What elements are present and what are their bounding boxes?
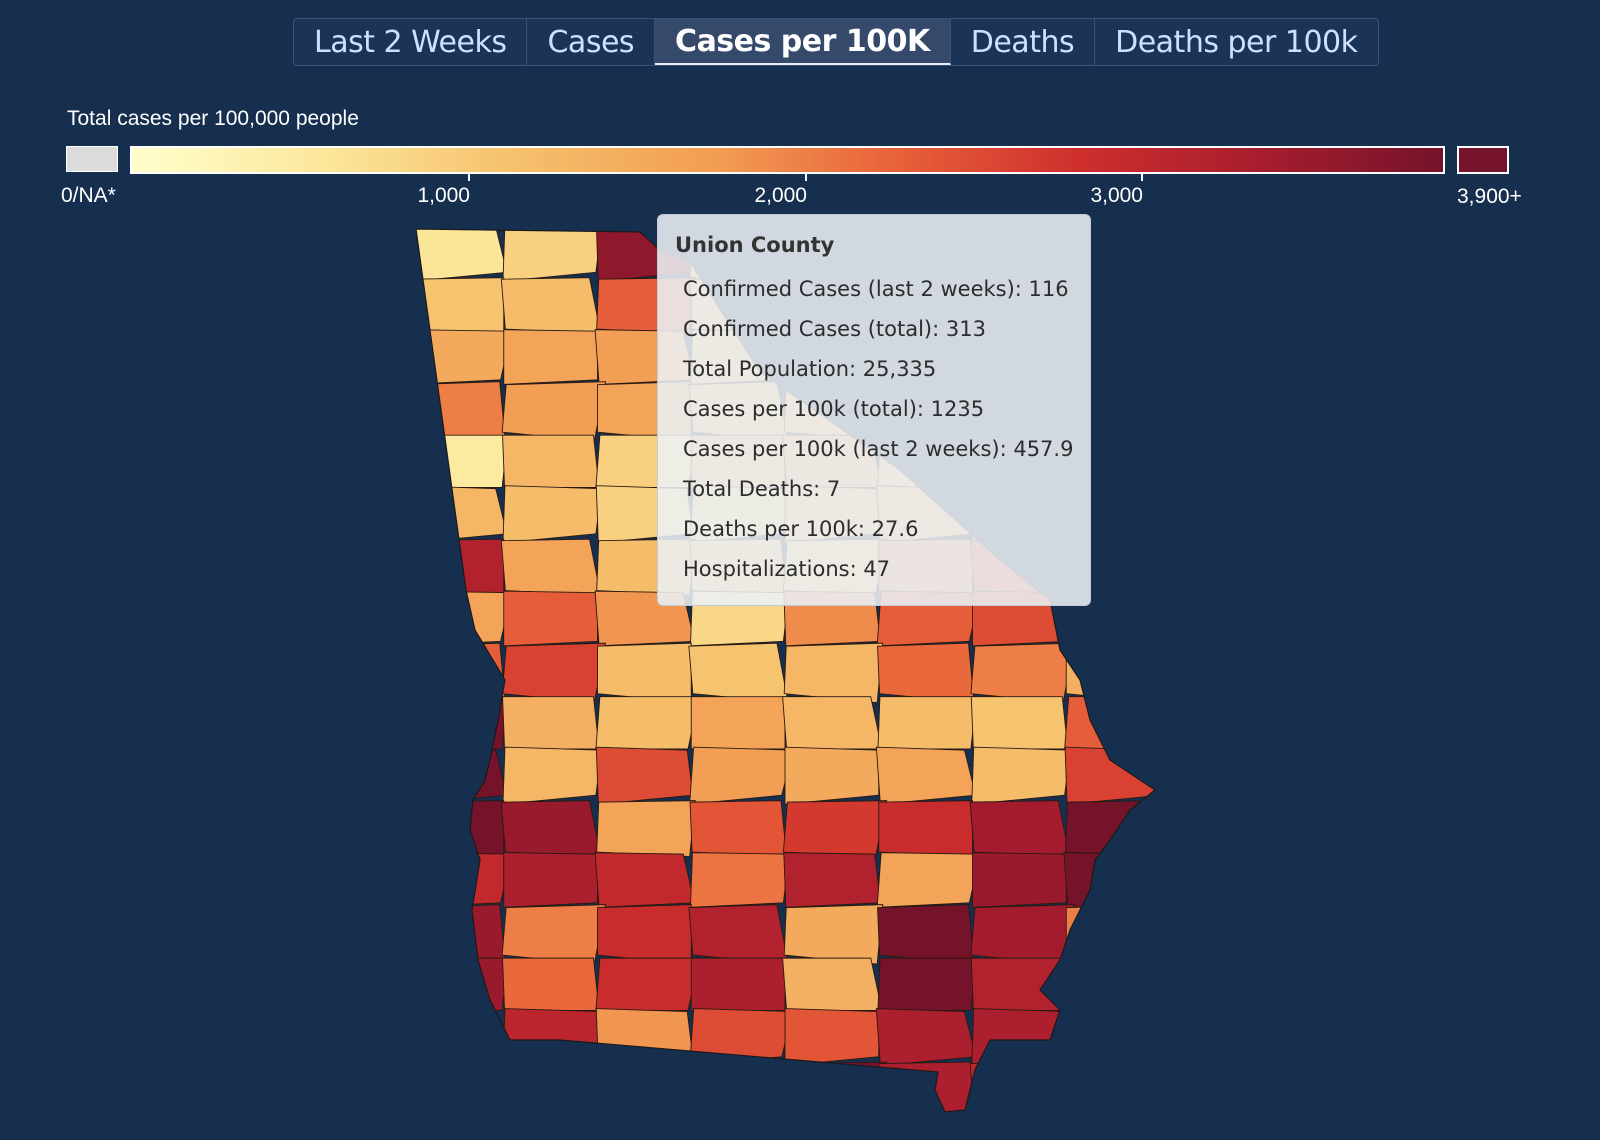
county-region[interactable] [1064, 1061, 1164, 1118]
county-region[interactable] [688, 642, 789, 704]
county-region[interactable] [409, 904, 506, 965]
county-region[interactable] [784, 746, 880, 805]
tooltip-row: Hospitalizations: 47 [683, 557, 891, 581]
county-region[interactable] [409, 642, 506, 704]
county-region[interactable] [409, 696, 509, 750]
county-region[interactable] [501, 642, 607, 704]
county-region[interactable] [1063, 852, 1163, 908]
county-region[interactable] [501, 904, 607, 965]
county-region[interactable] [877, 957, 978, 1011]
county-region[interactable] [689, 1008, 794, 1067]
county-region[interactable] [783, 904, 884, 965]
tooltip-row: Confirmed Cases (last 2 weeks): 116 [683, 277, 1069, 301]
tooltip-row: Confirmed Cases (total): 313 [683, 317, 986, 341]
county-region[interactable] [503, 329, 598, 385]
county-region[interactable] [877, 696, 978, 750]
county-tooltip: Union County Confirmed Cases (last 2 wee… [657, 214, 1091, 606]
county-region[interactable] [595, 1008, 694, 1067]
county-region[interactable] [971, 1008, 1071, 1067]
county-region[interactable] [689, 800, 788, 858]
county-region[interactable] [782, 1061, 888, 1118]
county-region[interactable] [596, 1061, 696, 1118]
county-region[interactable] [970, 696, 1069, 750]
county-region[interactable] [689, 1061, 788, 1118]
tooltip-row: Total Deaths: 7 [683, 477, 841, 501]
county-region[interactable] [410, 1061, 505, 1118]
county-region[interactable] [502, 746, 603, 805]
tooltip-row: Total Population: 25,335 [683, 357, 937, 381]
county-region[interactable] [409, 381, 506, 442]
county-region[interactable] [878, 800, 973, 858]
tooltip-row: Cases per 100k (last 2 weeks): 457.9 [683, 437, 1074, 461]
county-region[interactable] [875, 746, 977, 805]
county-region[interactable] [408, 329, 513, 385]
county-region[interactable] [1064, 696, 1168, 750]
county-region[interactable] [408, 1008, 508, 1067]
county-region[interactable] [1064, 800, 1164, 857]
county-region[interactable] [783, 852, 881, 908]
county-region[interactable] [971, 746, 1071, 805]
county-region[interactable] [877, 904, 975, 965]
county-region[interactable] [597, 904, 692, 965]
county-region[interactable] [595, 746, 694, 805]
county-region[interactable] [688, 904, 789, 965]
county-region[interactable] [501, 381, 607, 442]
county-region[interactable] [689, 852, 790, 908]
county-region[interactable] [409, 957, 509, 1011]
county-region[interactable] [596, 800, 696, 857]
tooltip-title: Union County [675, 233, 835, 257]
county-region[interactable] [408, 590, 513, 647]
county-region[interactable] [408, 746, 508, 805]
county-region[interactable] [503, 852, 598, 908]
county-region[interactable] [690, 957, 786, 1011]
county-region[interactable] [500, 538, 602, 596]
county-region[interactable] [1065, 642, 1160, 704]
county-region[interactable] [502, 485, 603, 544]
county-region[interactable] [1064, 957, 1168, 1011]
county-region[interactable] [410, 538, 505, 596]
county-region[interactable] [500, 800, 602, 858]
tooltip-row: Deaths per 100k: 27.6 [683, 517, 919, 541]
county-region[interactable] [782, 957, 883, 1011]
county-region[interactable] [876, 852, 982, 908]
county-region[interactable] [409, 434, 509, 488]
county-region[interactable] [408, 485, 508, 544]
county-region[interactable] [784, 1008, 880, 1067]
county-region[interactable] [594, 852, 696, 908]
county-region[interactable] [969, 1061, 1071, 1118]
county-region[interactable] [502, 434, 600, 488]
county-region[interactable] [782, 800, 888, 857]
county-region[interactable] [502, 224, 603, 282]
county-region[interactable] [877, 642, 975, 704]
county-region[interactable] [875, 1008, 977, 1067]
county-region[interactable] [595, 957, 700, 1011]
county-region[interactable] [1064, 1008, 1162, 1067]
county-region[interactable] [502, 1008, 603, 1067]
county-region[interactable] [597, 642, 692, 704]
county-region[interactable] [970, 642, 1075, 704]
county-region[interactable] [972, 852, 1067, 908]
county-region[interactable] [502, 957, 600, 1011]
county-region[interactable] [502, 696, 600, 750]
county-region[interactable] [595, 696, 700, 750]
county-region[interactable] [782, 696, 883, 750]
county-region[interactable] [408, 852, 513, 908]
county-region[interactable] [500, 1061, 602, 1118]
county-region[interactable] [970, 904, 1075, 965]
tooltip-row: Cases per 100k (total): 1235 [683, 397, 985, 421]
county-region[interactable] [1065, 904, 1160, 965]
county-region[interactable] [783, 642, 884, 704]
county-region[interactable] [689, 746, 794, 805]
county-region[interactable] [969, 800, 1071, 858]
county-region[interactable] [690, 696, 786, 750]
county-region[interactable] [410, 800, 505, 858]
county-region[interactable] [503, 590, 598, 647]
county-region[interactable] [500, 277, 602, 335]
